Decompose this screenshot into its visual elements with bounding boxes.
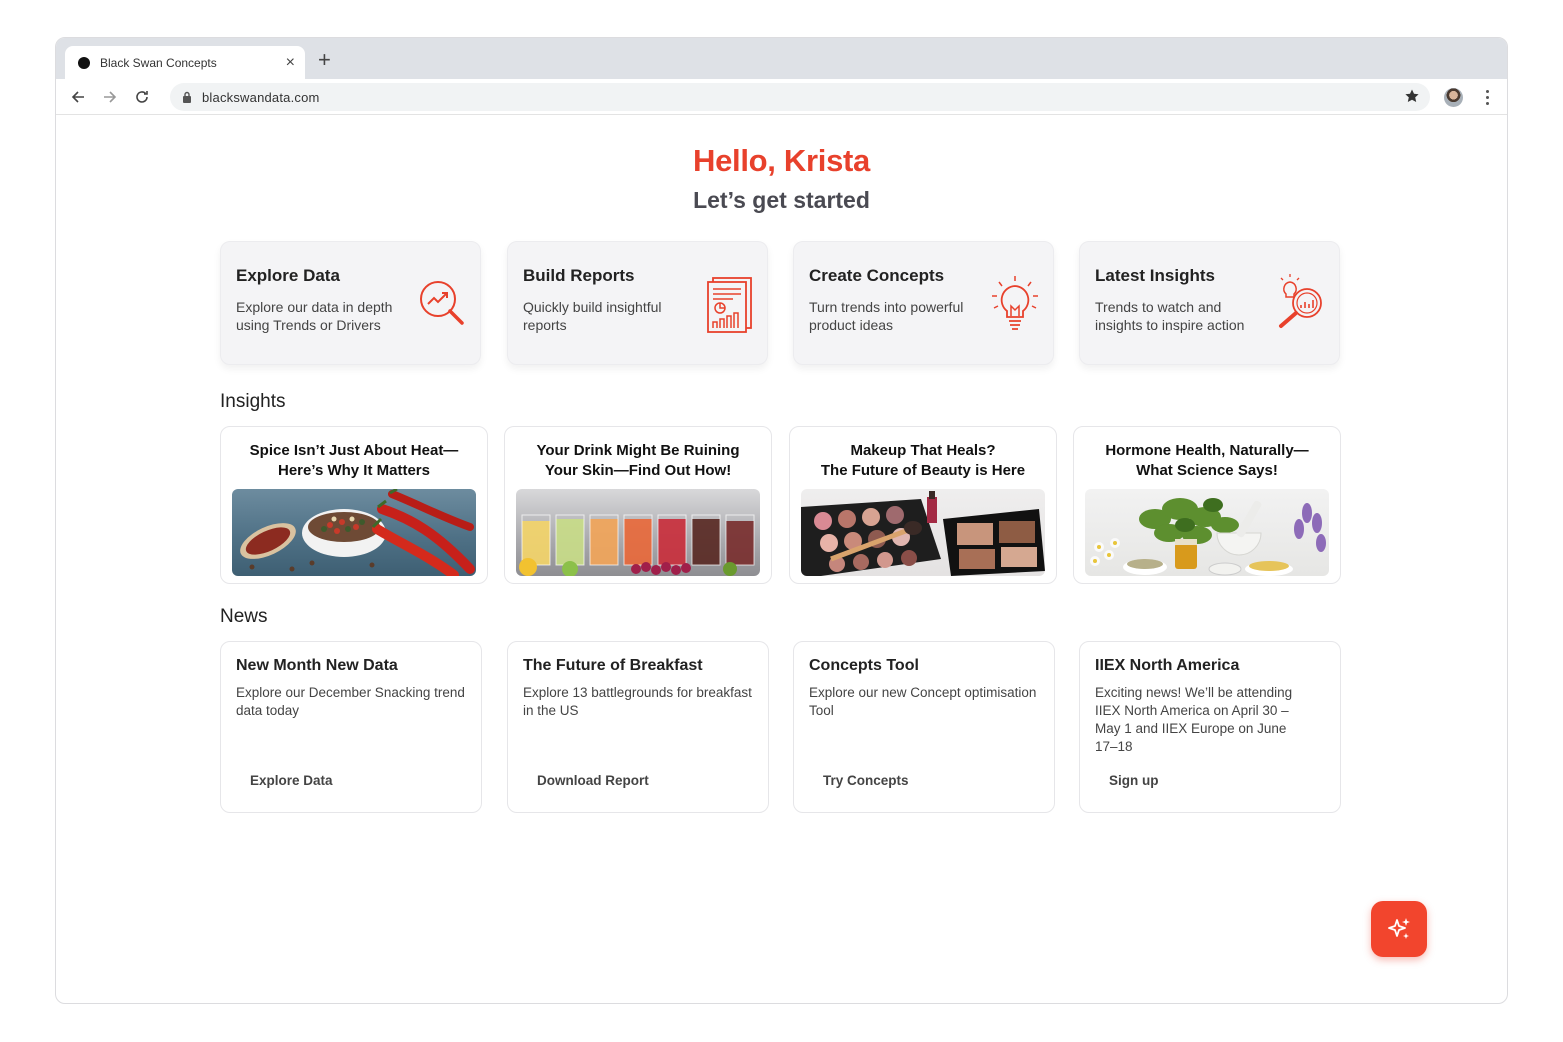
card-description: Turn trends into powerful product ideas <box>809 299 964 333</box>
insight-card-makeup[interactable]: Makeup That Heals? The Future of Beauty … <box>789 426 1057 584</box>
drinks-image <box>516 489 760 576</box>
browser-menu-icon[interactable] <box>1484 88 1490 106</box>
news-title: The Future of Breakfast <box>523 657 703 674</box>
bookmark-star-icon[interactable] <box>1404 88 1420 104</box>
reload-button[interactable] <box>132 87 152 107</box>
insight-card-spice[interactable]: Spice Isn’t Just About Heat— Here’s Why … <box>220 426 488 584</box>
insights-heading: Insights <box>220 391 286 412</box>
insight-title-line2: The Future of Beauty is Here <box>820 462 1026 479</box>
latest-insights-card[interactable]: Latest Insights Trends to watch and insi… <box>1079 241 1340 365</box>
insight-title-line2: Here’s Why It Matters <box>278 462 430 479</box>
news-card: The Future of Breakfast Explore 13 battl… <box>507 641 769 813</box>
build-reports-card[interactable]: Build Reports Quickly build insightful r… <box>507 241 768 365</box>
sparkle-icon <box>1388 918 1410 939</box>
greeting-subtitle: Let’s get started <box>693 187 870 213</box>
forward-button[interactable] <box>100 87 120 107</box>
browser-tab[interactable]: Black Swan Concepts × <box>65 46 305 79</box>
trend-magnifier-icon <box>420 281 464 325</box>
explore-data-card[interactable]: Explore Data Explore our data in depth u… <box>220 241 481 365</box>
browser-toolbar: blackswandata.com <box>56 79 1507 115</box>
download-report-link[interactable]: Download Report <box>537 773 649 788</box>
news-card: New Month New Data Explore our December … <box>220 641 482 813</box>
new-tab-button[interactable]: + <box>318 49 331 71</box>
greeting-title: Hello, Krista <box>693 143 870 178</box>
ai-assistant-button[interactable] <box>1371 901 1427 957</box>
insight-title: Spice Isn’t Just About Heat— Here’s Why … <box>232 441 476 481</box>
news-description: Explore our December Snacking trend data… <box>236 685 465 718</box>
explore-data-link[interactable]: Explore Data <box>250 773 333 788</box>
reload-icon <box>136 90 148 103</box>
card-description: Quickly build insightful reports <box>523 299 662 333</box>
url-text: blackswandata.com <box>202 89 320 105</box>
insight-title-line2: What Science Says! <box>1136 462 1278 479</box>
card-description: Trends to watch and insights to inspire … <box>1095 299 1245 333</box>
insight-title-line2: Your Skin—Find Out How! <box>544 462 732 479</box>
insight-title: Your Drink Might Be Ruining Your Skin—Fi… <box>516 441 760 481</box>
close-tab-icon[interactable]: × <box>286 54 295 72</box>
news-card: Concepts Tool Explore our new Concept op… <box>793 641 1055 813</box>
insight-title-line1: Hormone Health, Naturally— <box>1105 442 1309 459</box>
spice-image <box>232 489 476 576</box>
back-button[interactable] <box>68 87 88 107</box>
insight-title: Hormone Health, Naturally— What Science … <box>1085 441 1329 481</box>
report-document-icon <box>707 277 752 333</box>
browser-window: Black Swan Concepts × + blackswandata.co… <box>55 37 1508 1004</box>
insight-title: Makeup That Heals? The Future of Beauty … <box>801 441 1045 481</box>
address-bar[interactable]: blackswandata.com <box>170 83 1430 111</box>
herbs-image <box>1085 489 1329 576</box>
card-description: Explore our data in depth using Trends o… <box>236 299 393 333</box>
news-description: Explore 13 battlegrounds for breakfast i… <box>523 685 752 718</box>
sign-up-link[interactable]: Sign up <box>1109 773 1159 788</box>
news-description: Exciting news! We’ll be attending IIEX N… <box>1095 685 1293 754</box>
favicon-icon <box>78 56 90 69</box>
insight-title-line1: Spice Isn’t Just About Heat— <box>249 442 459 459</box>
lightbulb-icon <box>992 276 1038 330</box>
lock-icon <box>183 91 191 103</box>
tab-title: Black Swan Concepts <box>100 55 217 70</box>
profile-avatar[interactable] <box>1444 88 1463 107</box>
create-concepts-card[interactable]: Create Concepts Turn trends into powerfu… <box>793 241 1054 365</box>
news-title: New Month New Data <box>236 657 398 674</box>
news-title: IIEX North America <box>1095 657 1240 674</box>
insight-magnifier-icon <box>1279 274 1322 328</box>
news-title: Concepts Tool <box>809 657 919 674</box>
back-arrow-icon <box>71 90 84 103</box>
makeup-image <box>801 489 1045 576</box>
page-content: Hello, Krista Let’s get started Explore … <box>56 115 1507 1003</box>
news-heading: News <box>220 606 268 627</box>
insight-card-hormone[interactable]: Hormone Health, Naturally— What Science … <box>1073 426 1341 584</box>
tab-strip: Black Swan Concepts × + <box>56 38 1507 79</box>
forward-arrow-icon <box>104 90 117 103</box>
news-description: Explore our new Concept optimisation Too… <box>809 685 1037 718</box>
insight-title-line1: Your Drink Might Be Ruining <box>536 442 740 459</box>
insight-title-line1: Makeup That Heals? <box>850 442 996 459</box>
try-concepts-link[interactable]: Try Concepts <box>823 773 909 788</box>
news-card: IIEX North America Exciting news! We’ll … <box>1079 641 1341 813</box>
insight-card-drink[interactable]: Your Drink Might Be Ruining Your Skin—Fi… <box>504 426 772 584</box>
